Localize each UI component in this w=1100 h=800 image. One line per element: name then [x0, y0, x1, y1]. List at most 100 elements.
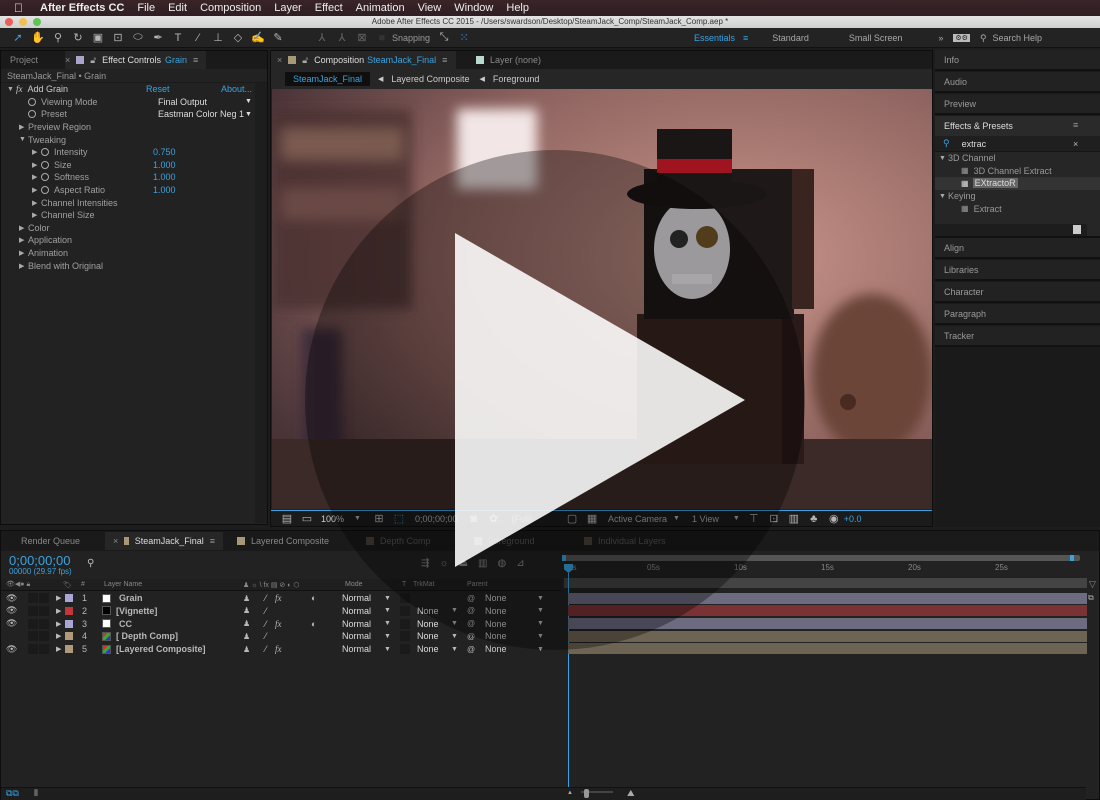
workspace-menu-icon[interactable]: ≡	[743, 33, 748, 43]
workspace-essentials[interactable]: Essentials	[694, 33, 735, 43]
panel-audio[interactable]: Audio	[935, 72, 1100, 93]
tab-effect-controls[interactable]: × 🔓︎ Effect Controls Grain ≡	[65, 51, 207, 69]
about-link[interactable]: About...	[221, 84, 252, 94]
solo-toggle[interactable]	[28, 618, 38, 629]
quality-switch-icon[interactable]: ⁄	[265, 593, 267, 603]
group-animation[interactable]: ▶ Animation	[7, 247, 267, 260]
menu-composition[interactable]: Composition	[200, 2, 261, 14]
tree-item-extract[interactable]: ▦ Extract	[935, 202, 1100, 215]
panel-info[interactable]: Info	[935, 50, 1100, 71]
menu-layer[interactable]: Layer	[274, 2, 302, 14]
comp-button-icon[interactable]: ⧉	[1088, 593, 1094, 603]
transparency-grid-icon[interactable]: ▦	[582, 510, 602, 528]
minimize-window-button[interactable]	[19, 18, 27, 26]
tree-group-3d-channel[interactable]: ▼ 3D Channel	[935, 152, 1100, 165]
rotation-tool-icon[interactable]: ↻	[68, 29, 88, 47]
tree-group-keying[interactable]: ▼ Keying	[935, 190, 1100, 203]
trkmat-dropdown[interactable]: None	[417, 619, 439, 629]
camera-view-dropdown[interactable]: Active Camera	[608, 514, 667, 524]
solo-toggle[interactable]	[28, 605, 38, 616]
panel-character[interactable]: Character	[935, 282, 1100, 303]
show-channel-icon[interactable]: ✿	[484, 510, 504, 528]
chevron-down-icon[interactable]: ▼	[451, 633, 458, 640]
preset-dropdown[interactable]: Eastman Color Neg 10	[158, 109, 244, 119]
preserve-transparency-toggle[interactable]	[400, 605, 410, 616]
layer-duration-bar[interactable]	[568, 605, 1087, 617]
chevron-down-icon[interactable]: ▼	[537, 633, 544, 640]
tab-individual-layers[interactable]: Individual Layers	[574, 532, 674, 550]
region-of-interest-icon[interactable]: ▢	[562, 510, 582, 528]
label-color-swatch[interactable]	[65, 619, 73, 628]
tab-render-queue[interactable]: Render Queue	[1, 532, 105, 550]
menu-window[interactable]: Window	[454, 2, 493, 14]
zoom-tool-icon[interactable]: ⚲	[48, 29, 68, 47]
expand-triangle-icon[interactable]: ▶	[32, 199, 41, 207]
breadcrumb-foreground[interactable]: Foreground	[493, 74, 540, 84]
search-help-icon[interactable]: ⚲	[980, 33, 987, 44]
expand-triangle-icon[interactable]: ▶	[56, 594, 61, 602]
motion-blur-icon[interactable]: ◍	[497, 558, 506, 569]
tree-item-3d-channel-extract[interactable]: ▦ 3D Channel Extract	[935, 165, 1100, 178]
in-out-toggle-icon[interactable]: ⦀	[34, 788, 38, 799]
expand-triangle-icon[interactable]: ▶	[19, 123, 28, 131]
solo-toggle[interactable]	[28, 593, 38, 604]
visibility-eye-icon[interactable]: 👁︎	[6, 618, 17, 629]
expand-triangle-icon[interactable]: ▶	[32, 161, 41, 169]
toggle-pixel-aspect-icon[interactable]: ⊤	[744, 510, 764, 528]
chevron-down-icon[interactable]: ▼	[245, 98, 252, 105]
tab-steamjack-final[interactable]: × SteamJack_Final ≡	[105, 532, 223, 550]
expand-triangle-icon[interactable]: ▼	[939, 193, 948, 200]
param-value[interactable]: 1.000	[153, 172, 176, 182]
clear-search-icon[interactable]: ×	[1073, 139, 1078, 149]
expand-triangle-icon[interactable]: ▼	[19, 136, 28, 143]
current-time-display[interactable]: 0;00;00;00	[415, 514, 458, 524]
close-tab-icon[interactable]: ×	[113, 536, 118, 546]
shy-switch-icon[interactable]: ♟	[243, 632, 250, 641]
parent-dropdown[interactable]: None	[485, 631, 507, 641]
brush-tool-icon[interactable]: ⁄	[188, 29, 208, 47]
column-trkmat[interactable]: TrkMat	[413, 581, 435, 588]
blending-mode-dropdown[interactable]: Normal	[342, 619, 371, 629]
chevron-down-icon[interactable]: ▼	[384, 620, 391, 627]
expand-triangle-icon[interactable]: ▶	[19, 249, 28, 257]
snapshot-icon[interactable]: ◙	[464, 510, 484, 528]
tab-layer[interactable]: Layer (none)	[456, 51, 549, 69]
tab-layered-composite[interactable]: Layered Composite	[223, 532, 356, 550]
new-folder-icon[interactable]	[1073, 225, 1081, 234]
world-axis-icon[interactable]: ⅄	[332, 29, 352, 47]
preserve-transparency-toggle[interactable]	[400, 644, 410, 655]
trkmat-dropdown[interactable]: None	[417, 631, 439, 641]
comp-marker-bin-icon[interactable]: ▽	[1089, 579, 1096, 590]
pick-whip-icon[interactable]: @	[467, 619, 475, 628]
group-tweaking[interactable]: ▼ Tweaking	[7, 133, 267, 146]
lock-toggle[interactable]	[39, 618, 49, 629]
close-window-button[interactable]	[5, 18, 13, 26]
selection-tool-icon[interactable]: ➚	[8, 29, 28, 47]
time-ruler[interactable]: 0s05s10s15s20s25s	[564, 563, 1084, 575]
always-preview-icon[interactable]: ▤	[277, 510, 297, 528]
layer-row[interactable]: 👁︎ ▶ 1 Grain ♟ ⁄ fx ◐ Normal ▼ @ None ▼	[1, 592, 561, 605]
chevron-down-icon[interactable]: ▼	[384, 633, 391, 640]
pick-whip-icon[interactable]: @	[467, 632, 475, 641]
snap-edges-icon[interactable]: ⤡	[434, 29, 454, 47]
frame-blending-icon[interactable]: ▥	[478, 558, 487, 569]
expand-triangle-icon[interactable]: ▶	[56, 632, 61, 640]
chevron-down-icon[interactable]: ▼	[537, 646, 544, 653]
panel-menu-icon[interactable]: ≡	[1073, 120, 1078, 130]
menu-file[interactable]: File	[137, 2, 155, 14]
column-layer-name[interactable]: Layer Name	[104, 581, 142, 588]
puppet-pin-tool-icon[interactable]: ✎	[268, 29, 288, 47]
quality-switch-icon[interactable]: ⁄	[265, 606, 267, 616]
breadcrumb-layered-composite[interactable]: Layered Composite	[391, 74, 469, 84]
magnification-dropdown[interactable]: 100%	[321, 514, 344, 524]
preserve-transparency-toggle[interactable]	[400, 631, 410, 642]
zoom-out-icon[interactable]: ▲	[567, 790, 573, 796]
expand-triangle-icon[interactable]: ▶	[19, 262, 28, 270]
solo-toggle[interactable]	[28, 631, 38, 642]
menu-animation[interactable]: Animation	[356, 2, 405, 14]
effect-add-grain[interactable]: ▼ fx Add Grain Reset About...	[7, 83, 267, 96]
pick-whip-icon[interactable]: @	[467, 594, 475, 603]
layer-duration-bar[interactable]	[568, 617, 1087, 629]
expand-triangle-icon[interactable]: ▶	[56, 620, 61, 628]
pan-behind-tool-icon[interactable]: ⊡	[108, 29, 128, 47]
